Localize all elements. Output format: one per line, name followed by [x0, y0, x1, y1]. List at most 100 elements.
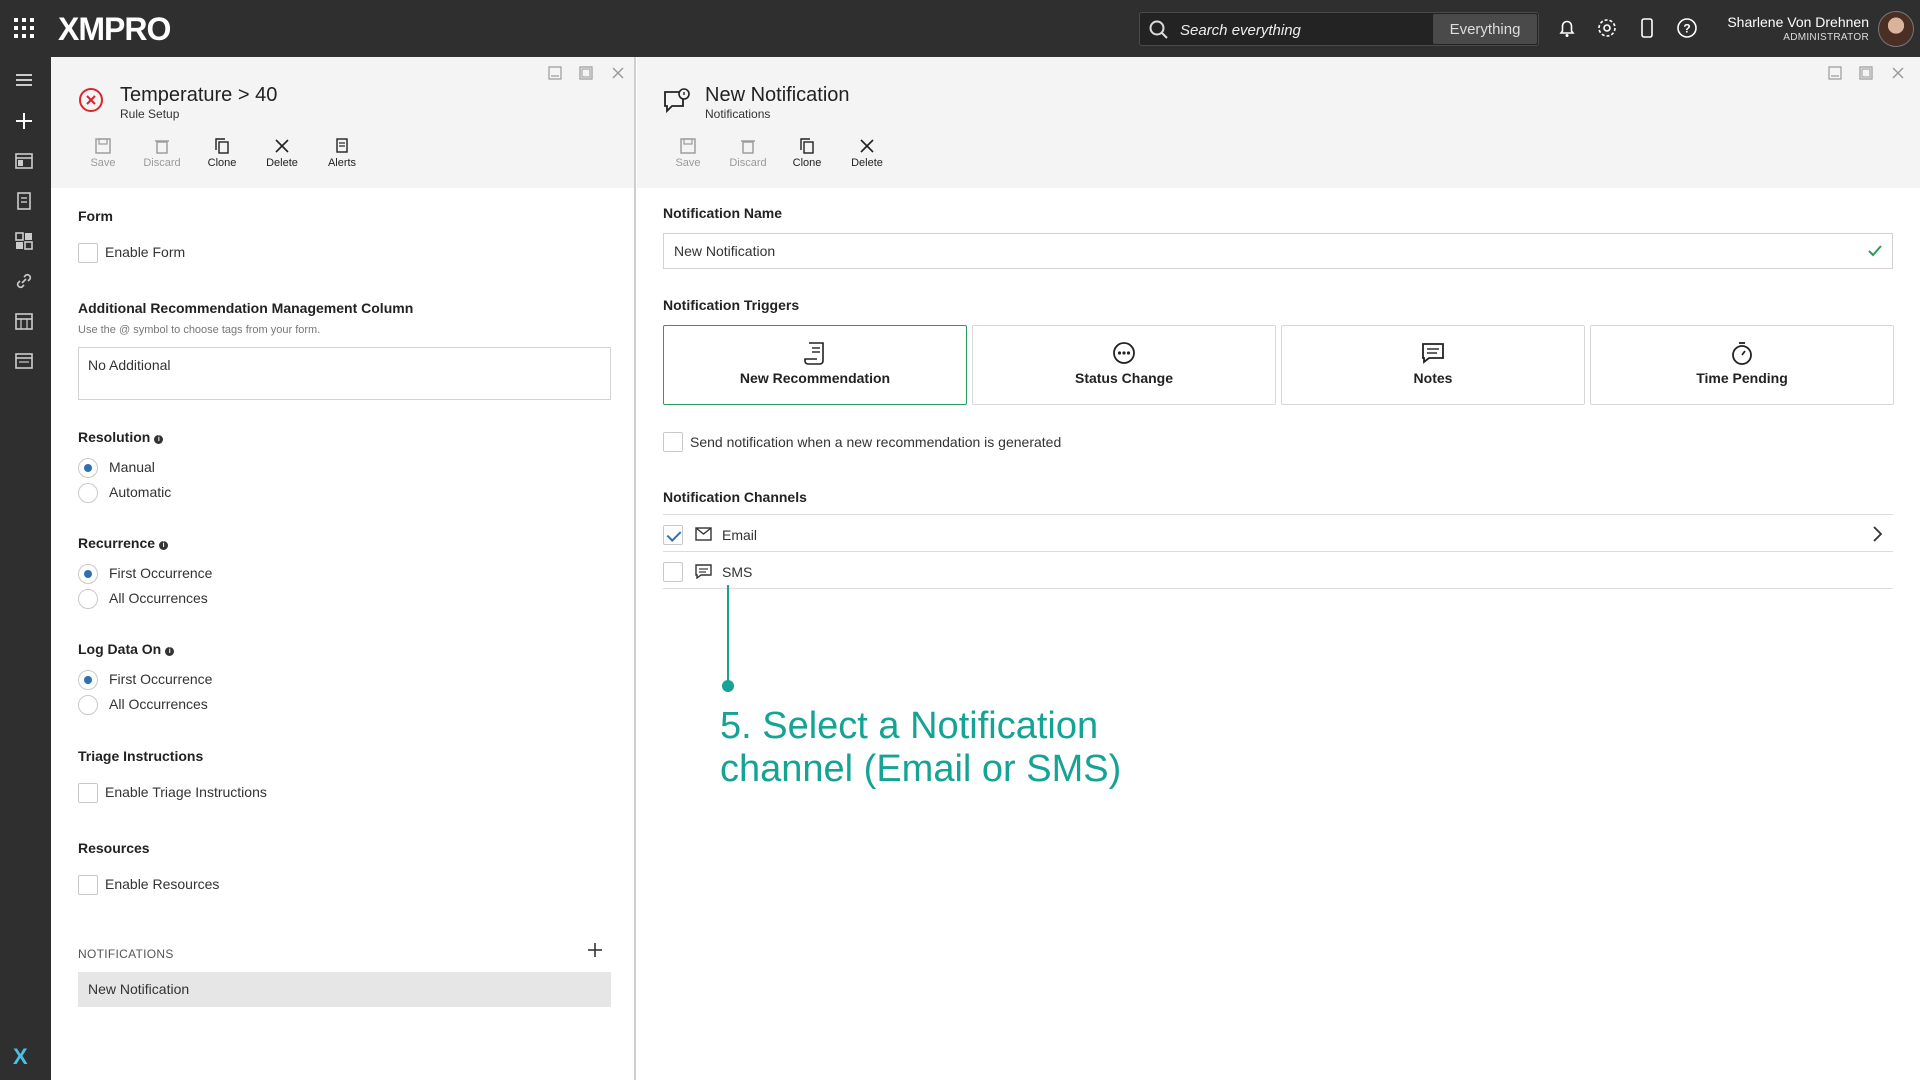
recurrence-all-label: All Occurrences: [109, 590, 208, 606]
callout-line: [727, 585, 729, 685]
divider: [663, 551, 1893, 552]
divider: [663, 514, 1893, 515]
chevron-right-icon[interactable]: [1872, 525, 1884, 543]
add-notification-icon[interactable]: [587, 942, 603, 958]
additional-column-hint: Use the @ symbol to choose tags from you…: [78, 324, 321, 336]
clone-button[interactable]: Clone: [777, 137, 837, 169]
enable-triage-checkbox[interactable]: [78, 783, 98, 803]
user-role: ADMINISTRATOR: [1783, 32, 1869, 43]
alerts-button[interactable]: Alerts: [312, 137, 372, 169]
enable-triage-label: Enable Triage Instructions: [105, 784, 267, 800]
delete-icon: [860, 139, 874, 153]
mobile-icon[interactable]: [1635, 16, 1659, 40]
email-channel-checkbox[interactable]: [663, 525, 683, 545]
enable-resources-checkbox[interactable]: [78, 875, 98, 895]
alerts-label: Alerts: [327, 157, 357, 169]
calendar-icon[interactable]: [13, 310, 35, 332]
copy-icon: [215, 138, 229, 154]
delete-icon: [275, 139, 289, 153]
panel-header: Temperature > 40 Rule Setup Save Discard…: [51, 57, 634, 188]
discard-button[interactable]: Discard: [132, 137, 192, 169]
gear-icon[interactable]: [1595, 16, 1619, 40]
additional-column-textarea[interactable]: No Additional: [78, 347, 611, 400]
delete-button[interactable]: Delete: [252, 137, 312, 169]
apps-icon[interactable]: [13, 230, 35, 252]
maximize-icon[interactable]: [1858, 65, 1874, 81]
additional-column-heading: Additional Recommendation Management Col…: [78, 300, 414, 316]
trigger-new-recommendation[interactable]: New Recommendation: [663, 325, 967, 405]
send-notification-checkbox[interactable]: [663, 432, 683, 452]
log-data-heading: Log Data On i: [78, 641, 175, 657]
save-icon: [95, 138, 111, 154]
svg-text:?: ?: [1683, 22, 1690, 36]
search-scope-dropdown[interactable]: Everything: [1433, 14, 1537, 44]
close-icon[interactable]: [1890, 65, 1906, 81]
info-icon[interactable]: i: [165, 647, 175, 656]
minimize-icon[interactable]: [1827, 65, 1843, 81]
stopwatch-icon: [1732, 342, 1752, 365]
save-button[interactable]: Save: [658, 137, 718, 169]
left-rail: X: [0, 57, 51, 1080]
save-button[interactable]: Save: [73, 137, 133, 169]
log-data-first-radio[interactable]: [78, 670, 98, 690]
user-name[interactable]: Sharlene Von Drehnen: [1727, 14, 1869, 30]
alerts-icon: [336, 138, 348, 153]
apps-grid-icon[interactable]: [14, 18, 34, 38]
resolution-manual-radio[interactable]: [78, 458, 98, 478]
rule-error-icon: [79, 88, 103, 112]
discard-button[interactable]: Discard: [718, 137, 778, 169]
log-data-all-radio[interactable]: [78, 695, 98, 715]
page-subtitle: Rule Setup: [120, 107, 180, 121]
notification-name-input[interactable]: [663, 233, 1893, 269]
menu-icon[interactable]: [13, 69, 35, 91]
notes-icon: [1422, 343, 1444, 364]
page-title: Temperature > 40: [120, 84, 278, 106]
discard-label: Discard: [729, 157, 767, 169]
info-icon[interactable]: i: [159, 541, 169, 550]
datastream-icon[interactable]: [13, 350, 35, 372]
search-input[interactable]: [1180, 20, 1430, 40]
notifications-heading: NOTIFICATIONS: [78, 947, 174, 961]
delete-label: Delete: [851, 157, 883, 169]
resolution-heading: Resolution i: [78, 429, 164, 445]
avatar[interactable]: [1878, 11, 1914, 47]
notification-list-item[interactable]: New Notification: [78, 972, 611, 1007]
top-bar: XMPRO Everything ? Sharlene Von Drehnen …: [0, 0, 1920, 57]
help-icon[interactable]: ?: [1675, 16, 1699, 40]
more-circle-icon: [1113, 342, 1135, 364]
add-icon[interactable]: [13, 110, 35, 132]
enable-form-checkbox[interactable]: [78, 243, 98, 263]
info-icon[interactable]: i: [154, 435, 164, 444]
app-logo[interactable]: XMPRO: [58, 11, 171, 48]
minimize-icon[interactable]: [547, 65, 563, 81]
recommendations-icon[interactable]: [13, 190, 35, 212]
resolution-automatic-radio[interactable]: [78, 483, 98, 503]
brand-x-icon: X: [13, 1044, 28, 1069]
link-icon[interactable]: [13, 270, 35, 292]
form-heading: Form: [78, 208, 113, 224]
trigger-time-pending[interactable]: Time Pending: [1590, 325, 1894, 405]
recurrence-all-radio[interactable]: [78, 589, 98, 609]
notification-triggers-heading: Notification Triggers: [663, 297, 800, 313]
trigger-label: Notes: [1413, 370, 1453, 386]
callout-dot: [722, 680, 734, 692]
sms-channel-checkbox[interactable]: [663, 562, 683, 582]
delete-button[interactable]: Delete: [837, 137, 897, 169]
enable-form-label: Enable Form: [105, 244, 186, 260]
divider: [663, 588, 1893, 589]
resolution-automatic-label: Automatic: [109, 484, 172, 500]
copy-icon: [800, 138, 814, 154]
email-channel-label: Email: [722, 527, 758, 543]
recurrence-first-radio[interactable]: [78, 564, 98, 584]
notification-panel: New Notification Notifications Save Disc…: [637, 57, 1920, 1080]
clone-button[interactable]: Clone: [192, 137, 252, 169]
trigger-status-change[interactable]: Status Change: [972, 325, 1276, 405]
trash-icon: [155, 140, 169, 154]
maximize-icon[interactable]: [578, 65, 594, 81]
dashboard-icon[interactable]: [13, 150, 35, 172]
trigger-notes[interactable]: Notes: [1281, 325, 1585, 405]
sms-channel-label: SMS: [722, 564, 753, 580]
close-icon[interactable]: [610, 65, 626, 81]
trigger-label: New Recommendation: [739, 370, 891, 386]
bell-icon[interactable]: [1555, 16, 1579, 40]
